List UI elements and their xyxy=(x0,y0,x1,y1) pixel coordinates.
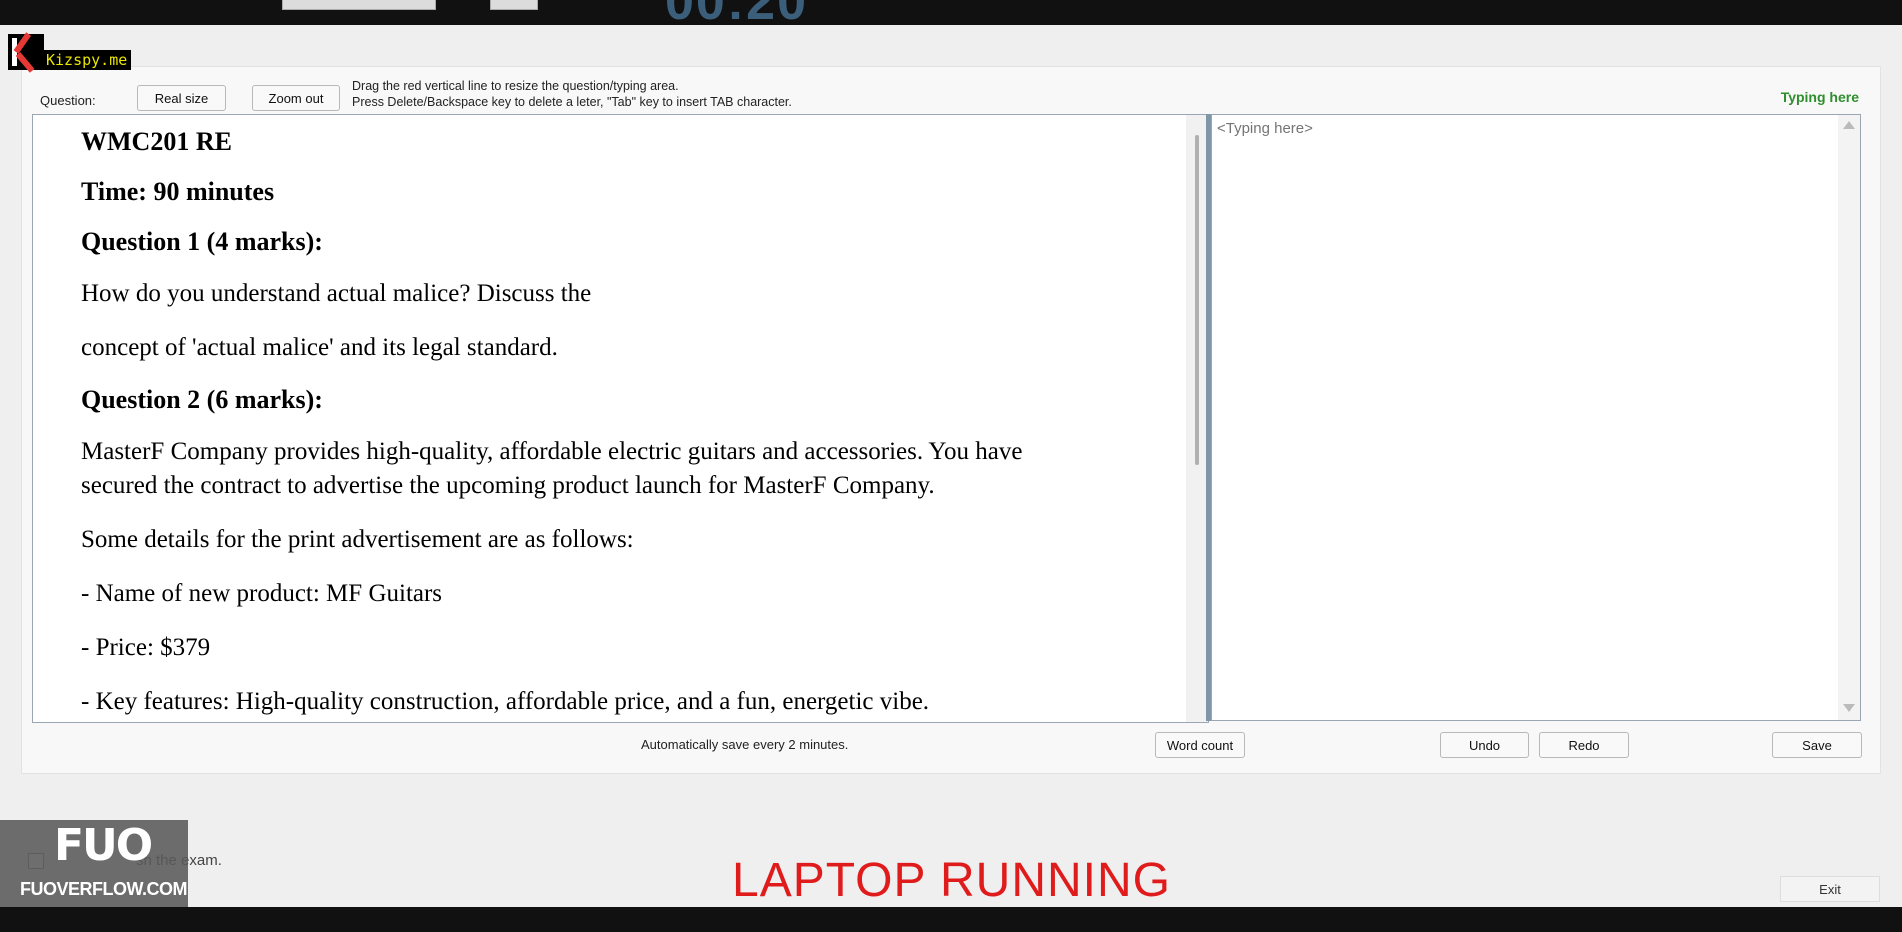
question-2-detail-price: - Price: $379 xyxy=(81,634,211,661)
top-black-bar: 00:20 xyxy=(0,0,1902,25)
question-2-detail-name: - Name of new product: MF Guitars xyxy=(81,580,443,607)
question-2-body: MasterF Company provides high-quality, a… xyxy=(81,438,1023,499)
hint-line-2: Press Delete/Backspace key to delete a l… xyxy=(352,95,792,109)
resize-hint: Drag the red vertical line to resize the… xyxy=(352,78,792,110)
undo-button[interactable]: Undo xyxy=(1440,732,1529,758)
answer-input[interactable] xyxy=(1214,117,1840,721)
question-content: WMC201 RE Time: 90 minutes Question 1 (4… xyxy=(81,127,1031,722)
fuoverflow-watermark: FUO FUOVERFLOW.COM xyxy=(0,820,188,907)
hint-line-1: Drag the red vertical line to resize the… xyxy=(352,79,679,93)
question-scrollbar[interactable] xyxy=(1186,115,1208,722)
scroll-down-arrow-icon[interactable] xyxy=(1843,704,1855,712)
kizspy-watermark: Kizspy.me xyxy=(8,32,132,73)
exam-time: Time: 90 minutes xyxy=(81,177,275,206)
word-count-button[interactable]: Word count xyxy=(1155,732,1245,758)
fuo-logo: FUO xyxy=(54,820,153,871)
laptop-status-text: LAPTOP RUNNING xyxy=(732,854,1171,907)
question-label: Question: xyxy=(40,93,96,108)
kizspy-label: Kizspy.me xyxy=(42,50,132,70)
real-size-button[interactable]: Real size xyxy=(137,85,226,111)
autosave-notice: Automatically save every 2 minutes. xyxy=(641,737,849,752)
save-button[interactable]: Save xyxy=(1772,732,1862,758)
question-2-detail-features: - Key features: High-quality constructio… xyxy=(81,688,930,715)
scroll-up-arrow-icon[interactable] xyxy=(1843,121,1855,129)
question-1-heading: Question 1 (4 marks): xyxy=(81,227,323,256)
bottom-black-bar xyxy=(0,907,1902,932)
question-1-line-2: concept of 'actual malice' and its legal… xyxy=(81,334,558,361)
top-ghost-button xyxy=(490,0,538,10)
question-pane[interactable]: WMC201 RE Time: 90 minutes Question 1 (4… xyxy=(32,114,1209,723)
fuo-site-label: FUOVERFLOW.COM xyxy=(20,879,188,899)
kizspy-logo-icon xyxy=(8,32,44,73)
question-1-line-1: How do you understand actual malice? Dis… xyxy=(81,280,592,307)
typing-area-title: Typing here xyxy=(1780,89,1859,105)
course-title: WMC201 RE xyxy=(81,127,232,156)
redo-button[interactable]: Redo xyxy=(1539,732,1629,758)
exam-timer: 00:20 xyxy=(665,0,808,25)
typing-pane xyxy=(1211,114,1861,721)
question-2-details-intro: Some details for the print advertisement… xyxy=(81,526,634,553)
zoom-out-button[interactable]: Zoom out xyxy=(252,85,340,111)
top-ghost-field xyxy=(282,0,436,10)
question-scrollbar-thumb[interactable] xyxy=(1195,135,1199,465)
typing-scrollbar[interactable] xyxy=(1838,115,1860,720)
question-2-heading: Question 2 (6 marks): xyxy=(81,385,323,414)
exit-button[interactable]: Exit xyxy=(1780,876,1880,902)
